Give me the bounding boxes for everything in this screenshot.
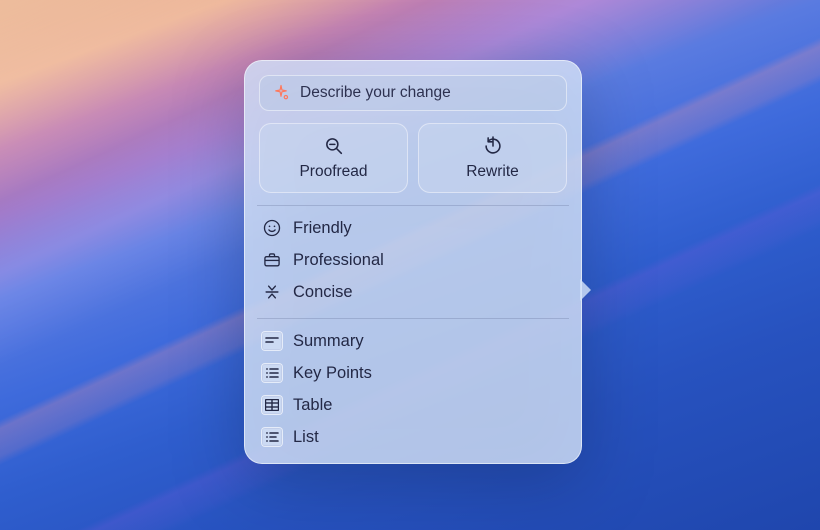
list-icon [261, 426, 283, 448]
keypoints-icon [261, 362, 283, 384]
format-label: Summary [293, 332, 364, 351]
rewrite-label: Rewrite [466, 163, 519, 181]
tone-professional[interactable]: Professional [259, 246, 567, 274]
briefcase-icon [261, 249, 283, 271]
tone-label: Friendly [293, 219, 352, 238]
describe-change-field[interactable]: Describe your change [259, 75, 567, 111]
format-label: Table [293, 396, 332, 415]
table-icon [261, 394, 283, 416]
tone-label: Concise [293, 283, 353, 302]
tone-friendly[interactable]: Friendly [259, 214, 567, 242]
format-keypoints[interactable]: Key Points [259, 359, 567, 387]
tone-concise[interactable]: Concise [259, 278, 567, 306]
proofread-button[interactable]: Proofread [259, 123, 408, 193]
format-list[interactable]: List [259, 423, 567, 451]
format-summary[interactable]: Summary [259, 327, 567, 355]
format-label: List [293, 428, 319, 447]
tone-label: Professional [293, 251, 384, 270]
proofread-label: Proofread [299, 163, 367, 181]
summary-icon [261, 330, 283, 352]
divider [257, 205, 569, 206]
writing-tools-popover: Describe your change Proofread [244, 60, 582, 464]
describe-change-placeholder: Describe your change [300, 84, 451, 102]
collapse-icon [261, 281, 283, 303]
sparkle-icon [270, 82, 292, 104]
popover-caret [580, 279, 591, 301]
format-label: Key Points [293, 364, 372, 383]
tone-options: Friendly Professional [259, 214, 567, 306]
rewrite-icon [482, 135, 504, 157]
divider [257, 318, 569, 319]
smile-icon [261, 217, 283, 239]
proofread-icon [323, 135, 345, 157]
format-options: Summary Key Points [259, 327, 567, 451]
rewrite-button[interactable]: Rewrite [418, 123, 567, 193]
actions-row: Proofread Rewrite [259, 123, 567, 193]
format-table[interactable]: Table [259, 391, 567, 419]
